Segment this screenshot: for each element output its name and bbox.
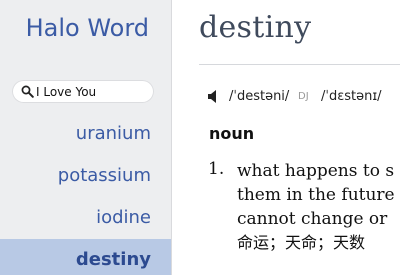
word-list-item-destiny[interactable]: destiny [0, 239, 171, 275]
definition-line: what happens to s [237, 161, 395, 181]
definition-text: what happens to s them in the future can… [237, 159, 400, 255]
speaker-icon[interactable] [208, 90, 220, 103]
word-list-item-iodine[interactable]: iodine [0, 197, 171, 239]
pronunciation-tag: DJ [298, 91, 309, 102]
part-of-speech: noun [209, 124, 255, 143]
definition-line: cannot change or [237, 209, 388, 229]
definition-line: them in the future [237, 185, 395, 205]
search-icon [21, 85, 34, 98]
word-list-item-potassium[interactable]: potassium [0, 155, 171, 197]
definition-translation: 命运；天命；天数 [237, 233, 366, 252]
search-box[interactable] [12, 80, 154, 103]
word-list: uranium potassium iodine destiny [0, 113, 171, 275]
pronunciation-us: /ˈdɛstənɪ/ [321, 89, 382, 104]
headword-divider [199, 64, 400, 65]
entry-panel: destiny /ˈdestəni/ DJ /ˈdɛstənɪ/ noun 1.… [172, 0, 400, 275]
app-window: Halo Word uranium potassium iodine desti… [0, 0, 400, 275]
app-title: Halo Word [25, 14, 149, 42]
sidebar: Halo Word uranium potassium iodine desti… [0, 0, 172, 275]
search-input[interactable] [36, 82, 148, 101]
definition-number: 1. [208, 159, 225, 179]
pronunciation-uk: /ˈdestəni/ [229, 89, 290, 104]
entry-headword: destiny [199, 10, 312, 45]
word-list-item-uranium[interactable]: uranium [0, 113, 171, 155]
